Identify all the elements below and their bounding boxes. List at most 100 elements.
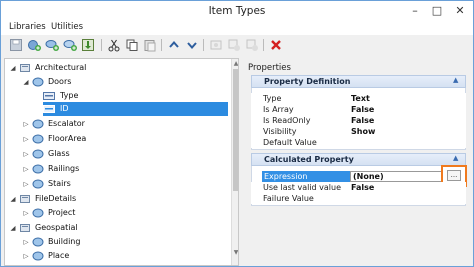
tree-node-label: Glass (48, 149, 70, 158)
menu-bar: Libraries Utilities (1, 21, 473, 35)
property-icon (43, 103, 55, 115)
collapse-arrow-icon[interactable]: ◢ (9, 195, 17, 203)
property-row-type[interactable]: Type Text (251, 93, 466, 104)
expand-arrow-icon[interactable]: ▷ (22, 150, 30, 158)
property-name: Is ReadOnly (263, 116, 311, 125)
tree-node-label: Escalator (48, 119, 85, 128)
tree-vertical-scrollbar[interactable]: ▲ ▼ (231, 59, 238, 265)
calculated-property-section[interactable]: Calculated Property ▲ (251, 153, 466, 166)
tree-node-label: Geospatial (35, 223, 78, 232)
property-row-is-array[interactable]: Is Array False (251, 104, 466, 115)
expression-row-highlight[interactable]: Expression (262, 171, 350, 182)
property-definition-section[interactable]: Property Definition ▲ (251, 75, 466, 88)
collapse-chevron-icon[interactable]: ▲ (453, 154, 458, 162)
tree-node-label: Doors (48, 77, 72, 86)
tree-node-label: Type (60, 91, 79, 100)
expand-arrow-icon[interactable]: ▷ (22, 180, 30, 188)
expand-arrow-icon[interactable]: ▷ (22, 165, 30, 173)
expression-value-field[interactable]: (None) (350, 171, 442, 182)
collapse-arrow-icon[interactable]: ◢ (9, 64, 17, 72)
disabled-icon-2[interactable] (227, 38, 241, 52)
property-name: Use last valid value (263, 183, 342, 192)
paste-icon[interactable] (143, 38, 157, 52)
collapse-arrow-icon[interactable]: ◢ (9, 224, 17, 232)
scroll-down-icon[interactable]: ▼ (233, 249, 238, 256)
property-name: Expression (264, 172, 308, 181)
expand-arrow-icon[interactable]: ▷ (22, 135, 30, 143)
tree-node-label: Stairs (48, 179, 71, 188)
expand-arrow-icon[interactable]: ▷ (22, 209, 30, 217)
tree-node-label: FloorArea (48, 134, 87, 143)
property-value[interactable]: False (351, 105, 374, 114)
save-icon[interactable] (9, 38, 23, 52)
close-button[interactable]: ✕ (448, 1, 472, 21)
title-bar: Item Types – □ ✕ (1, 1, 473, 23)
menu-utilities[interactable]: Utilities (51, 22, 83, 32)
move-up-icon[interactable] (167, 38, 181, 52)
toolbar-separator (203, 39, 204, 51)
tree-selection-highlight (43, 102, 228, 116)
item-type-icon (32, 250, 44, 262)
collapse-arrow-icon[interactable]: ◢ (22, 78, 30, 86)
property-value[interactable]: Show (351, 127, 375, 136)
tree-node-label: Place (48, 251, 70, 260)
property-row-is-readonly[interactable]: Is ReadOnly False (251, 115, 466, 126)
property-name: Default Value (263, 138, 317, 147)
library-icon (19, 62, 31, 74)
cut-icon[interactable] (107, 38, 121, 52)
expand-arrow-icon[interactable]: ▷ (22, 238, 30, 246)
property-row-failure-value[interactable]: Failure Value (251, 193, 466, 204)
delete-icon[interactable] (269, 38, 283, 52)
tree-node-label: Project (48, 208, 76, 217)
tree-node-label: Railings (48, 164, 80, 173)
toolbar-separator (161, 39, 162, 51)
tree-node-label: Building (48, 237, 81, 246)
import-icon[interactable] (81, 38, 95, 52)
section-title: Property Definition (264, 77, 351, 86)
disabled-icon-3[interactable] (245, 38, 259, 52)
item-type-icon (32, 163, 44, 175)
item-type-icon (32, 133, 44, 145)
add-property-icon[interactable] (63, 38, 77, 52)
add-library-icon[interactable] (27, 38, 41, 52)
expression-builder-button[interactable]: ... (447, 170, 461, 181)
menu-libraries[interactable]: Libraries (9, 22, 46, 32)
expand-arrow-icon[interactable]: ▷ (22, 252, 30, 260)
add-item-type-icon[interactable] (45, 38, 59, 52)
disabled-icon-1[interactable] (209, 38, 223, 52)
section-title: Calculated Property (264, 155, 354, 164)
scroll-up-icon[interactable]: ▲ (233, 60, 238, 67)
item-type-icon (32, 236, 44, 248)
property-name: Type (263, 94, 282, 103)
property-icon (43, 90, 55, 102)
property-row-default-value[interactable]: Default Value (251, 137, 466, 148)
maximize-button[interactable]: □ (425, 1, 449, 21)
property-row-use-last-valid-value[interactable]: Use last valid value False (251, 182, 466, 193)
property-value[interactable]: Text (351, 94, 370, 103)
copy-icon[interactable] (125, 38, 139, 52)
toolbar (5, 36, 471, 56)
move-down-icon[interactable] (185, 38, 199, 52)
minimize-button[interactable]: – (403, 1, 427, 21)
item-types-tree[interactable]: ◢ Architectural ◢ Doors Type ID ▷ Escala… (4, 58, 239, 266)
item-types-window: Item Types – □ ✕ Libraries Utilities ◢ A… (0, 0, 474, 267)
property-name: Is Array (263, 105, 294, 114)
property-name: Visibility (263, 127, 297, 136)
expand-arrow-icon[interactable]: ▷ (22, 120, 30, 128)
collapse-chevron-icon[interactable]: ▲ (453, 76, 458, 84)
tree-node-label: Architectural (35, 63, 87, 72)
property-value[interactable]: False (351, 116, 374, 125)
expression-value: (None) (353, 172, 384, 181)
properties-header: Properties (248, 63, 291, 73)
property-row-visibility[interactable]: Visibility Show (251, 126, 466, 137)
property-value[interactable]: False (351, 183, 374, 192)
item-type-icon (32, 178, 44, 190)
toolbar-separator (263, 39, 264, 51)
library-icon (19, 222, 31, 234)
library-icon (19, 193, 31, 205)
item-type-icon (32, 76, 44, 88)
scroll-thumb[interactable] (233, 69, 238, 191)
tree-node-label: FileDetails (35, 194, 77, 203)
tree-node-label: ID (60, 104, 69, 113)
toolbar-separator (101, 39, 102, 51)
